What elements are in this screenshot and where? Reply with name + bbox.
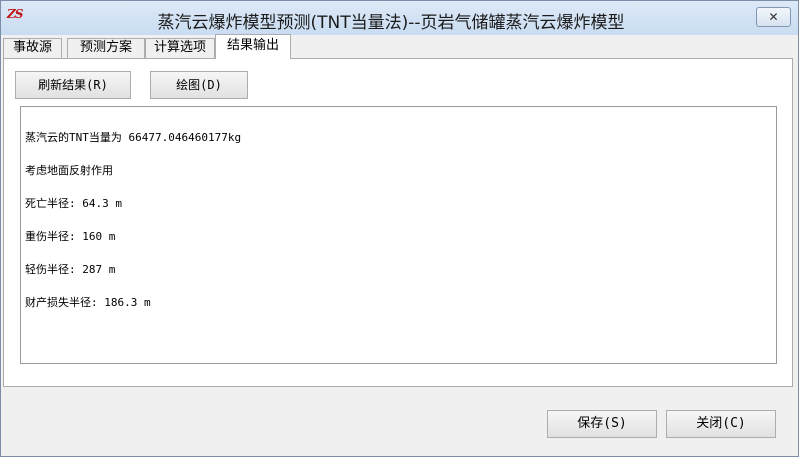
result-death-radius: 死亡半径: 64.3 m (25, 197, 122, 210)
results-textbox[interactable]: 蒸汽云的TNT当量为 66477.046460177kg 考虑地面反射作用 死亡… (20, 106, 777, 364)
result-tnt-equivalent: 蒸汽云的TNT当量为 66477.046460177kg (25, 131, 242, 144)
tab-calc-options[interactable]: 计算选项 (145, 38, 215, 58)
tab-accident-source[interactable]: 事故源 (3, 38, 62, 58)
result-minor-injury-radius: 轻伤半径: 287 m (25, 263, 116, 276)
title-bar: ZS 蒸汽云爆炸模型预测(TNT当量法)--页岩气储罐蒸汽云爆炸模型 ✕ (1, 1, 798, 35)
window-close-button[interactable]: ✕ (756, 7, 791, 27)
result-property-loss-radius: 财产损失半径: 186.3 m (25, 296, 151, 309)
save-button[interactable]: 保存(S) (547, 410, 657, 438)
tab-prediction-plan[interactable]: 预测方案 (67, 38, 145, 58)
refresh-results-button[interactable]: 刷新结果(R) (15, 71, 131, 99)
main-window: ZS 蒸汽云爆炸模型预测(TNT当量法)--页岩气储罐蒸汽云爆炸模型 ✕ 事故源… (0, 0, 799, 457)
tab-bar: 事故源 预测方案 计算选项 结果输出 (3, 34, 798, 59)
window-title: 蒸汽云爆炸模型预测(TNT当量法)--页岩气储罐蒸汽云爆炸模型 (157, 13, 625, 33)
result-ground-reflection: 考虑地面反射作用 (25, 164, 113, 177)
plot-button[interactable]: 绘图(D) (150, 71, 248, 99)
result-severe-injury-radius: 重伤半径: 160 m (25, 230, 116, 243)
app-logo-icon: ZS (7, 7, 23, 21)
close-icon: ✕ (768, 10, 779, 24)
tab-result-output[interactable]: 结果输出 (215, 34, 291, 59)
close-button[interactable]: 关闭(C) (666, 410, 776, 438)
result-panel: 刷新结果(R) 绘图(D) 蒸汽云的TNT当量为 66477.046460177… (3, 58, 793, 387)
